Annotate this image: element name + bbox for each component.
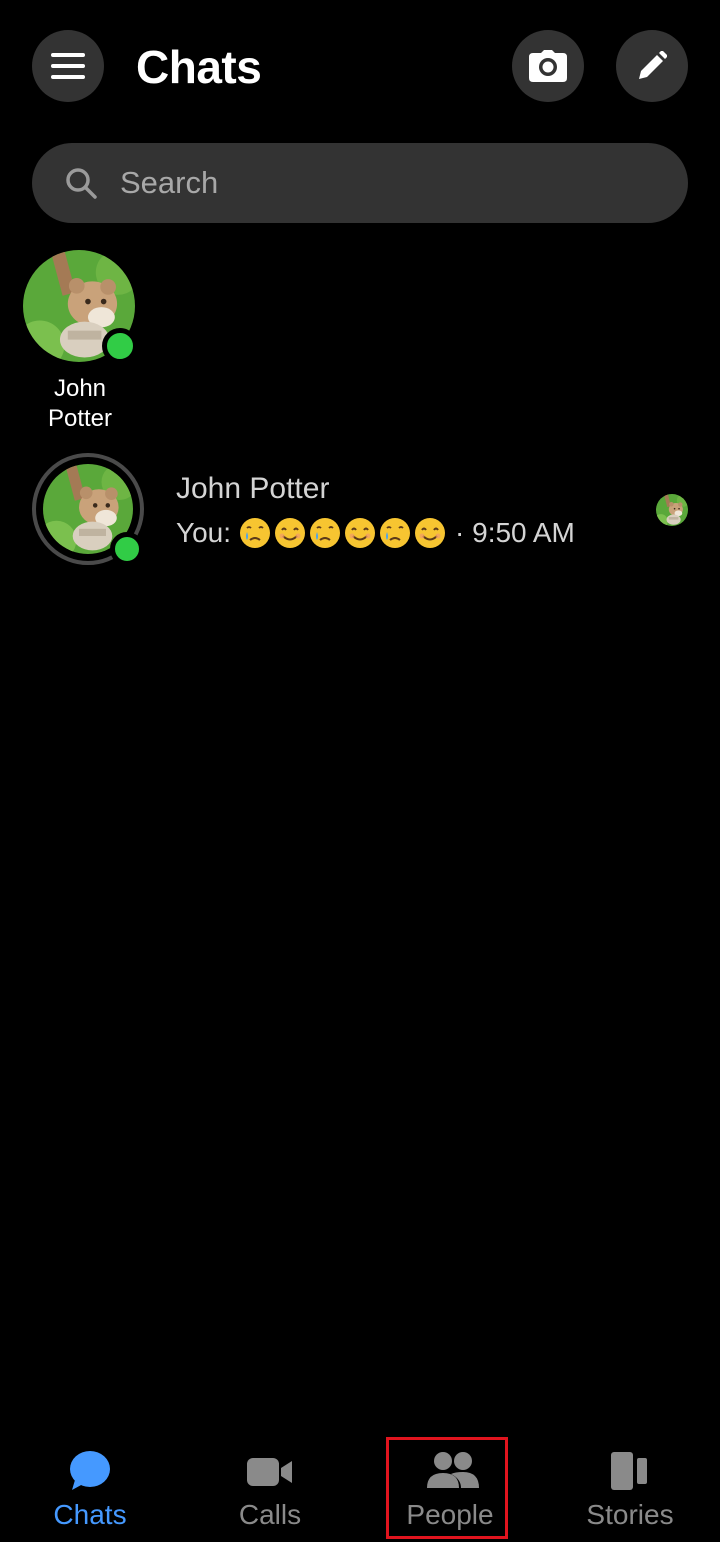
active-contact-name: John Potter: [47, 375, 113, 432]
nav-label-calls: Calls: [238, 1499, 302, 1530]
video-camera-icon: [245, 1450, 295, 1492]
preview-prefix: You:: [176, 517, 232, 548]
nav-label-people: People: [406, 1499, 494, 1530]
compose-button[interactable]: [616, 30, 688, 102]
search-icon: [64, 166, 98, 200]
hamburger-menu-icon: [51, 52, 85, 80]
stories-icon: [605, 1450, 655, 1492]
seen-indicator-avatar: [656, 494, 688, 526]
conversation-name: John Potter: [176, 472, 330, 505]
nav-label-stories: Stories: [586, 1499, 674, 1530]
nav-stories[interactable]: Stories: [540, 1430, 720, 1542]
online-indicator: [102, 328, 138, 364]
conversation-row[interactable]: John Potter You: · 9:50 AM: [0, 448, 720, 572]
chat-bubble-icon: [65, 1450, 115, 1492]
camera-icon: [529, 50, 567, 82]
pencil-icon: [637, 51, 667, 81]
smiling-face-icon: [274, 517, 306, 549]
people-icon: [425, 1450, 479, 1492]
smiling-face-icon: [344, 517, 376, 549]
crying-face-icon: [379, 517, 411, 549]
conversation-preview: You: · 9:50 AM: [176, 515, 575, 551]
nav-label-chats: Chats: [53, 1499, 127, 1530]
nav-calls[interactable]: Calls: [180, 1430, 360, 1542]
search-bar[interactable]: [32, 143, 688, 223]
online-indicator: [110, 532, 144, 566]
crying-face-icon: [239, 517, 271, 549]
menu-button[interactable]: [32, 30, 104, 102]
crying-face-icon: [309, 517, 341, 549]
search-input[interactable]: [120, 165, 620, 201]
bottom-navigation: Chats Calls People Stories: [0, 1430, 720, 1542]
page-title: Chats: [136, 41, 262, 93]
conversation-time: · 9:50 AM: [455, 517, 575, 548]
camera-button[interactable]: [512, 30, 584, 102]
nav-people[interactable]: People: [360, 1430, 540, 1542]
smiling-face-icon: [414, 517, 446, 549]
nav-chats[interactable]: Chats: [0, 1430, 180, 1542]
